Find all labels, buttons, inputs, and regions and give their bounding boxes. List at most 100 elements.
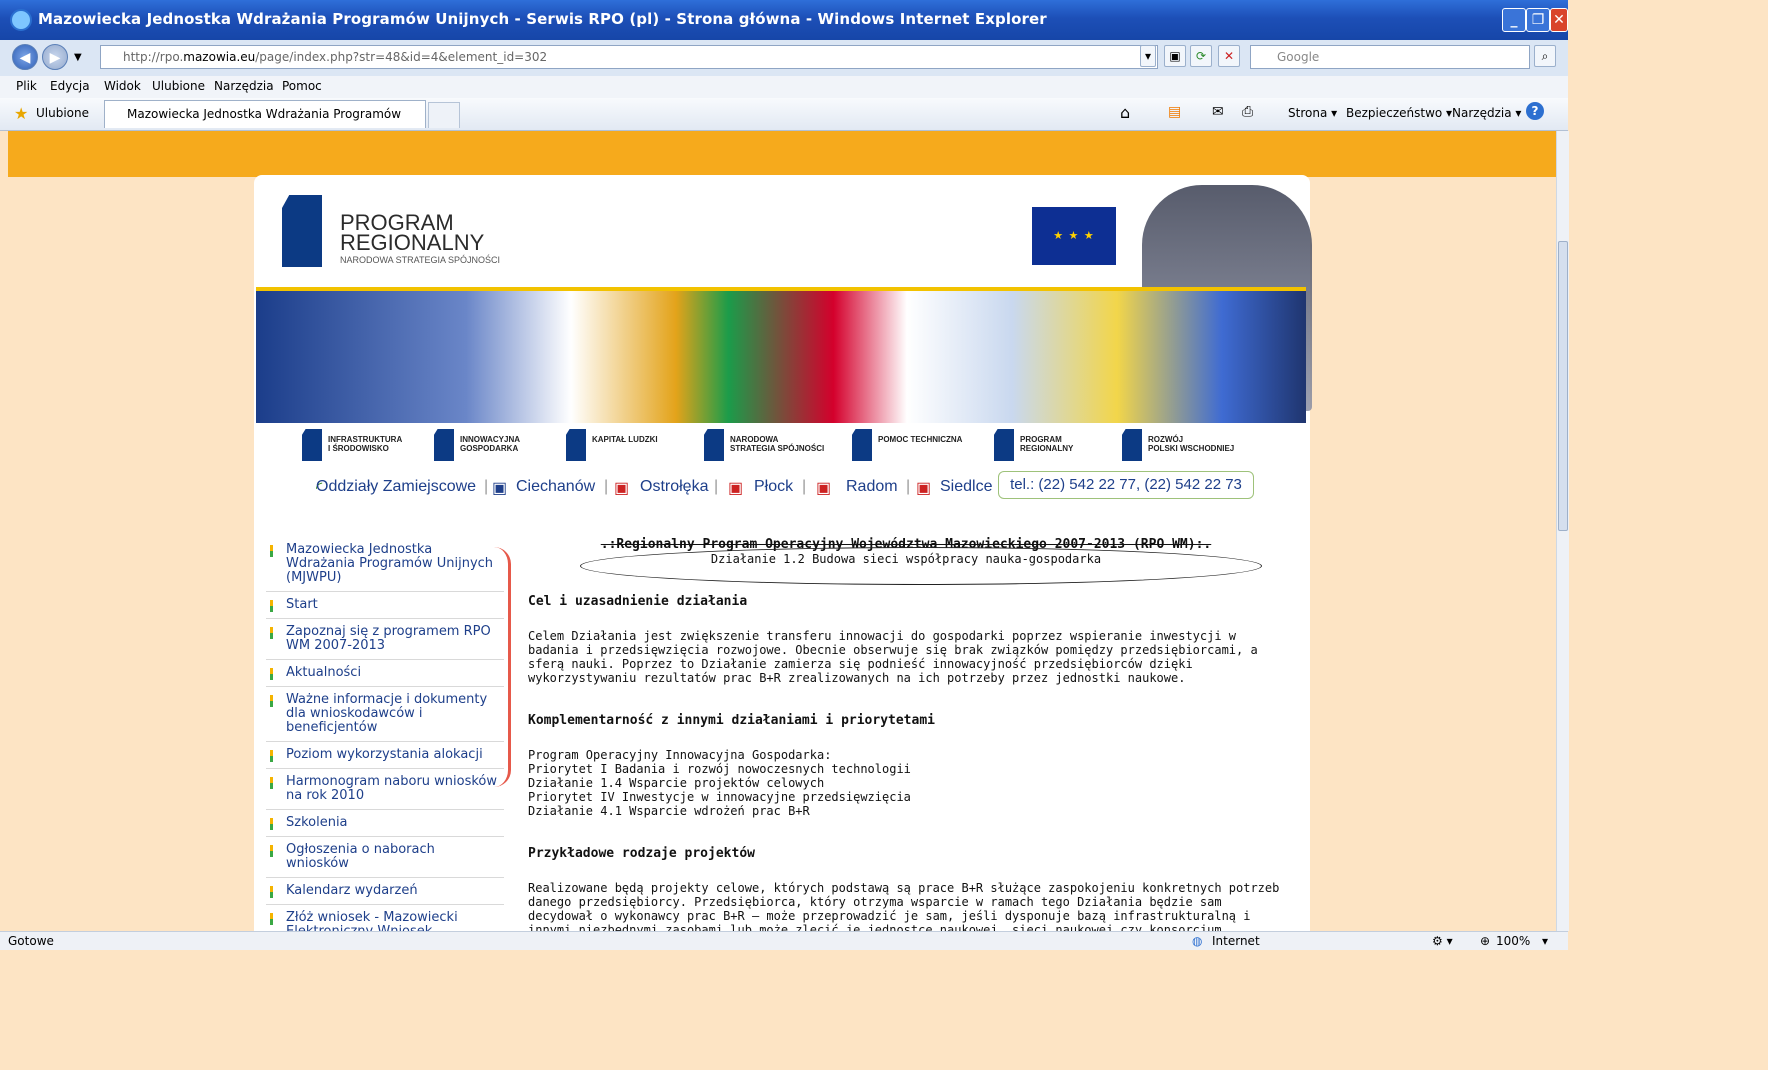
stop-icon[interactable]: ✕	[1218, 45, 1240, 67]
window-titlebar: Mazowiecka Jednostka Wdrażania Programów…	[0, 0, 1568, 40]
close-button[interactable]: ✕	[1550, 8, 1568, 32]
program-logo-icon	[852, 429, 872, 461]
url-host: mazowia.eu	[183, 50, 256, 64]
sidebar-item-allocation[interactable]: Poziom wykorzystania alokacji	[266, 742, 504, 769]
branch-ostroleka-icon: ▣	[614, 480, 630, 497]
branch-plock-icon: ▣	[728, 480, 744, 497]
phone-number: tel.: (22) 542 22 77, (22) 542 22 73	[998, 471, 1254, 499]
help-icon[interactable]: ?	[1526, 102, 1544, 120]
main-content: .:Regionalny Program Operacyjny Wojewódz…	[528, 537, 1284, 931]
refresh-icon[interactable]: ⟳	[1190, 45, 1212, 67]
rss-feed-icon[interactable]: ▤	[1168, 104, 1181, 120]
menu-tools[interactable]: Narzędzia	[214, 79, 274, 93]
program-logo-icon	[704, 429, 724, 461]
sidebar-item-mjwpu[interactable]: Mazowiecka Jednostka Wdrażania Programów…	[266, 537, 504, 592]
status-bar: Gotowe ◍ Internet ⚙ ▾ ⊕ 100% ▾	[0, 931, 1568, 950]
branch-ciechanow-link[interactable]: Ciechanów	[516, 478, 595, 496]
window-title: Mazowiecka Jednostka Wdrażania Programów…	[38, 10, 1047, 28]
section-complementarity-list: Program Operacyjny Innowacyjna Gospodark…	[528, 748, 1284, 818]
programs-row: INFRASTRUKTURA I ŚRODOWISKO INNOWACYJNA GO…	[294, 427, 1284, 467]
menu-favorites[interactable]: Ulubione	[152, 79, 205, 93]
address-toolbar: ◀ ▶ ▼ http://rpo.mazowia.eu/page/index.p…	[0, 40, 1568, 77]
logo-title[interactable]: PROGRAM REGIONALNY	[340, 212, 484, 254]
branch-radom-icon: ▣	[816, 480, 832, 497]
page-top-band	[8, 131, 1556, 177]
scrollbar-thumb[interactable]	[1558, 241, 1568, 531]
branch-plock-link[interactable]: Płock	[754, 478, 793, 496]
logo-subtitle: NARODOWA STRATEGIA SPÓJNOŚCI	[340, 255, 501, 265]
tools-menu[interactable]: Narzędzia ▾	[1452, 106, 1521, 120]
section-goal-text: Celem Działania jest zwiększenie transfe…	[528, 629, 1258, 685]
minimize-button[interactable]: _	[1502, 8, 1526, 32]
sidebar-item-news[interactable]: Aktualności	[266, 660, 504, 687]
program-logo-icon	[566, 429, 586, 461]
menu-view[interactable]: Widok	[104, 79, 141, 93]
menu-file[interactable]: Plik	[16, 79, 37, 93]
program-regionalny-logo-icon[interactable]	[282, 195, 322, 267]
sidebar-item-start[interactable]: Start	[266, 592, 504, 619]
vertical-scrollbar[interactable]	[1556, 131, 1569, 931]
mail-icon[interactable]: ✉	[1212, 104, 1224, 120]
search-input[interactable]: Google	[1250, 45, 1530, 69]
menu-help[interactable]: Pomoc	[282, 79, 322, 93]
maximize-button[interactable]: ❐	[1526, 8, 1550, 32]
section-projects-text: Realizowane będą projekty celowe, któryc…	[528, 881, 1280, 931]
address-dropdown-icon[interactable]: ▾	[1140, 45, 1156, 67]
page-menu[interactable]: Strona ▾	[1288, 106, 1337, 120]
new-tab-button[interactable]	[428, 102, 460, 128]
sidebar-item-announcements[interactable]: Ogłoszenia o naborach wniosków	[266, 837, 504, 878]
branch-radom-link[interactable]: Radom	[846, 478, 898, 496]
branch-ciechanow-icon: ▣	[492, 480, 508, 497]
favorites-bar: ★ Ulubione Mazowiecka Jednostka Wdrażani…	[0, 98, 1568, 147]
safety-menu[interactable]: Bezpieczeństwo ▾	[1346, 106, 1452, 120]
print-icon[interactable]: ⎙	[1242, 104, 1253, 120]
branch-ostroleka-link[interactable]: Ostrołęka	[640, 478, 708, 496]
sidebar-decoration	[494, 547, 511, 787]
status-text: Gotowe	[8, 934, 54, 948]
tab-current[interactable]: Mazowiecka Jednostka Wdrażania Programów…	[104, 100, 426, 147]
sidebar-item-documents[interactable]: Ważne informacje i dokumenty dla wniosko…	[266, 687, 504, 742]
compatibility-view-icon[interactable]: ▣	[1164, 45, 1186, 67]
menu-bar: Plik Edycja Widok Ulubione Narzędzia Pom…	[0, 76, 1568, 98]
zoom-icon[interactable]: ⊕	[1480, 934, 1490, 948]
sidebar-item-apply[interactable]: Złóż wniosek - Mazowiecki Elektroniczny …	[266, 905, 504, 931]
branch-siedlce-icon: ▣	[916, 480, 932, 497]
sidebar-item-training[interactable]: Szkolenia	[266, 810, 504, 837]
url-prefix: http://rpo.	[123, 50, 184, 64]
list-item: Priorytet I Badania i rozwój nowoczesnyc…	[528, 762, 911, 776]
home-icon[interactable]: ⌂	[1120, 103, 1130, 122]
forward-button[interactable]: ▶	[42, 44, 68, 70]
sidebar-item-program[interactable]: Zapoznaj się z programem RPO WM 2007-201…	[266, 619, 504, 660]
eu-flag-icon: ★ ★ ★	[1032, 207, 1116, 265]
list-item: Program Operacyjny Innowacyjna Gospodark…	[528, 748, 832, 762]
recent-pages-dropdown-icon[interactable]: ▼	[74, 52, 82, 63]
url-path: /page/index.php?str=48&id=4&element_id=3…	[255, 50, 548, 64]
page-container: PROGRAM REGIONALNY NARODOWA STRATEGIA SPÓ…	[254, 175, 1312, 931]
branches-label: Oddziały Zamiejscowe	[316, 478, 477, 495]
back-button[interactable]: ◀	[12, 44, 38, 70]
web-content: PROGRAM REGIONALNY NARODOWA STRATEGIA SPÓ…	[8, 131, 1556, 931]
section-complementarity-title: Komplementarność z innymi działaniami i …	[528, 713, 935, 728]
program-logo-icon	[434, 429, 454, 461]
list-item: Działanie 1.4 Wsparcie projektów celowyc…	[528, 776, 825, 790]
zoom-level[interactable]: 100%	[1496, 934, 1530, 948]
section-projects-title: Przykładowe rodzaje projektów	[528, 846, 755, 861]
section-goal-title: Cel i uzasadnienie działania	[528, 594, 748, 609]
program-logo-icon	[1122, 429, 1142, 461]
sidebar-item-calendar[interactable]: Kalendarz wydarzeń	[266, 878, 504, 905]
address-input[interactable]: http://rpo.mazowia.eu/page/index.php?str…	[100, 45, 1158, 69]
flags-banner	[256, 287, 1306, 423]
zoom-dropdown-icon[interactable]: ▾	[1542, 934, 1548, 948]
program-logo-icon	[302, 429, 322, 461]
list-item: Priorytet IV Inwestycje w innowacyjne pr…	[528, 790, 911, 804]
list-item: Działanie 4.1 Wsparcie wdrożeń prac B+R	[528, 804, 810, 818]
sidebar-item-schedule[interactable]: Harmonogram naboru wniosków na rok 2010	[266, 769, 504, 810]
ie-logo-icon	[10, 9, 32, 31]
protected-mode-icon[interactable]: ⚙ ▾	[1432, 934, 1453, 948]
sidebar-nav: Mazowiecka Jednostka Wdrażania Programów…	[266, 537, 504, 931]
search-icon[interactable]: ⌕	[1534, 45, 1556, 67]
branch-siedlce-link[interactable]: Siedlce	[940, 478, 992, 496]
favorites-button[interactable]: Ulubione	[36, 106, 89, 120]
menu-edit[interactable]: Edycja	[50, 79, 90, 93]
favorites-star-icon[interactable]: ★	[14, 104, 28, 123]
